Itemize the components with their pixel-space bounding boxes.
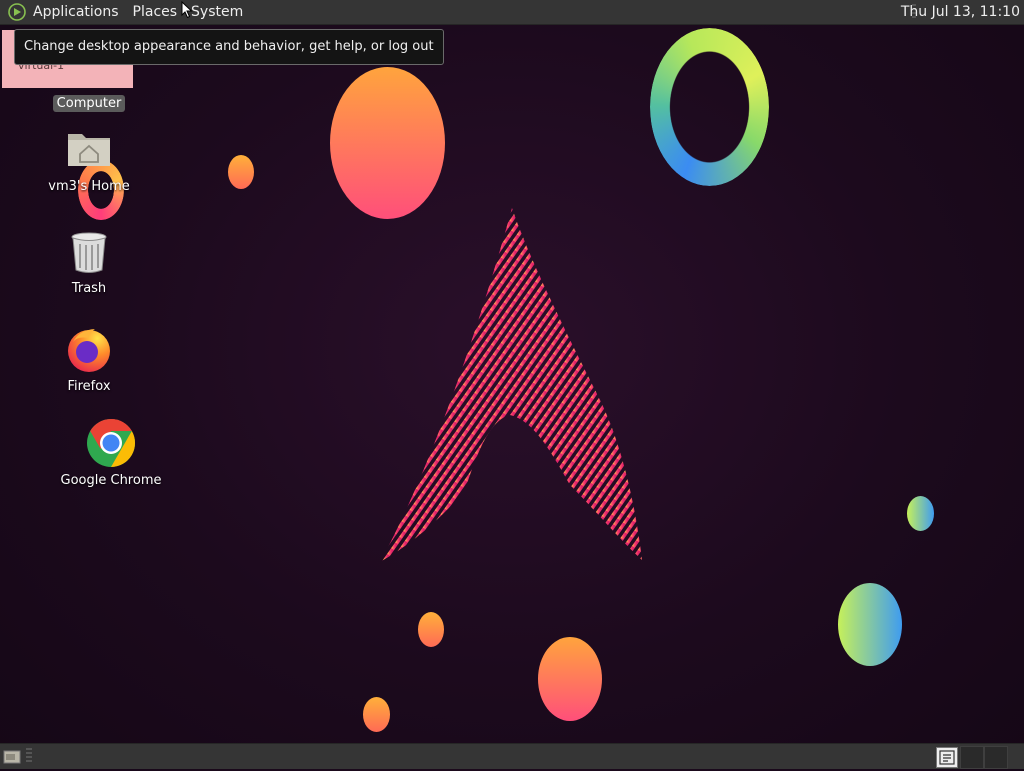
desktop-icon-trash[interactable]: Trash — [40, 230, 138, 297]
desktop-icon-home[interactable]: vm3's Home — [40, 128, 138, 195]
wallpaper-orb — [363, 697, 390, 732]
trash-icon — [71, 232, 107, 273]
desktop-icon-label: Trash — [71, 281, 107, 296]
workspace-switcher-1[interactable] — [960, 746, 984, 769]
clock[interactable]: Thu Jul 13, 11:10 — [901, 0, 1020, 24]
desktop-icon-label: Firefox — [67, 379, 111, 394]
firefox-icon — [68, 329, 110, 372]
mouse-pointer-icon — [181, 1, 193, 19]
desktop-icon-label: vm3's Home — [48, 179, 130, 194]
wallpaper-orb — [907, 496, 934, 531]
tray-app-icon[interactable] — [936, 747, 958, 768]
show-desktop-icon[interactable] — [3, 748, 21, 764]
wallpaper-orb — [330, 67, 445, 219]
system-menu-tooltip: Change desktop appearance and behavior, … — [14, 29, 444, 65]
chrome-icon — [87, 419, 136, 467]
arch-logo-wallpaper — [380, 208, 642, 562]
panel-handle[interactable] — [26, 748, 32, 764]
wallpaper-orb — [228, 155, 254, 189]
wallpaper-orb — [838, 583, 902, 666]
menu-places[interactable]: Places — [126, 0, 185, 24]
top-panel: Applications Places System Thu Jul 13, 1… — [0, 0, 1024, 25]
menu-applications[interactable]: Applications — [26, 0, 126, 24]
wallpaper-orb — [418, 612, 444, 647]
workspace-switcher-2[interactable] — [984, 746, 1008, 769]
home-folder-icon — [68, 134, 110, 166]
desktop-icon-label: Google Chrome — [60, 473, 162, 488]
desktop-icon-label: Computer — [52, 95, 126, 112]
desktop-icon-chrome[interactable]: Google Chrome — [56, 418, 166, 489]
desktop-icon-computer[interactable]: Computer — [40, 95, 138, 112]
distro-logo-icon[interactable] — [8, 3, 26, 21]
menu-system[interactable]: System — [184, 0, 250, 24]
desktop-icon-firefox[interactable]: Firefox — [40, 326, 138, 395]
wallpaper-ring — [650, 28, 769, 186]
wallpaper-orb — [538, 637, 602, 721]
bottom-panel — [0, 743, 1024, 769]
